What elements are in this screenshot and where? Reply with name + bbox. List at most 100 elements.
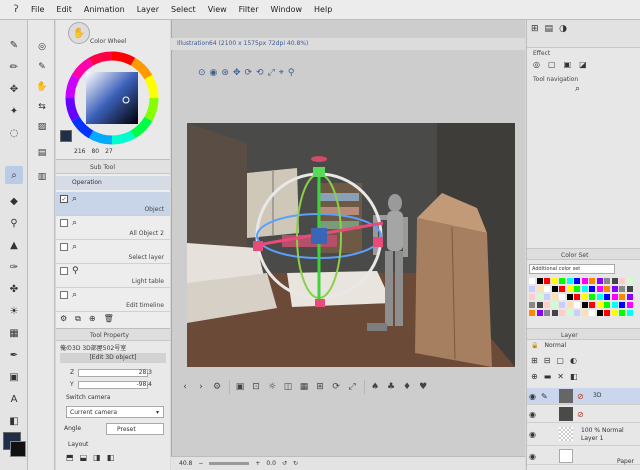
sub-tool-item-object[interactable]: ✓ ⌕ Object: [56, 192, 170, 216]
camera-icon[interactable]: ▣: [233, 380, 247, 395]
hand-icon[interactable]: ✋: [33, 78, 51, 95]
color-swatch[interactable]: [551, 286, 558, 292]
checkbox-icon[interactable]: [60, 219, 68, 227]
color-swatch[interactable]: [589, 310, 595, 316]
sub-tool-item-all-object[interactable]: ⌕ All Object 2: [56, 216, 170, 240]
zoom-out-icon[interactable]: −: [198, 460, 203, 467]
pose-icon[interactable]: ♣: [384, 380, 398, 395]
color-swatch[interactable]: [581, 302, 588, 308]
fit-icon[interactable]: ⊡: [249, 380, 263, 395]
eye-icon[interactable]: ◉: [529, 430, 536, 439]
color-swatch[interactable]: [626, 294, 633, 300]
color-swatch[interactable]: [544, 310, 550, 316]
lock-icon[interactable]: 🔒: [531, 342, 538, 352]
color-swatch[interactable]: [604, 302, 610, 308]
previous-icon[interactable]: ‹: [178, 380, 192, 395]
ground-plane-icon[interactable]: ▦: [297, 380, 311, 395]
next-icon[interactable]: ›: [194, 380, 208, 395]
color-swatch[interactable]: [596, 286, 603, 292]
color-swatch[interactable]: [604, 294, 610, 300]
decoration-icon[interactable]: ✤: [5, 280, 23, 298]
rotation-value[interactable]: 0.0: [266, 460, 276, 467]
menu-file[interactable]: File: [25, 0, 50, 20]
color-swatch[interactable]: [626, 278, 633, 284]
layout-icon[interactable]: ⬓: [80, 453, 88, 465]
color-swatch[interactable]: [559, 286, 565, 292]
pen-icon[interactable]: ✏: [5, 58, 23, 76]
lasso-icon[interactable]: ◌: [5, 124, 23, 142]
color-swatch[interactable]: [574, 286, 580, 292]
rotate-left-icon[interactable]: ↺: [282, 460, 287, 467]
checkbox-icon[interactable]: [60, 291, 68, 299]
color-swatch[interactable]: [551, 310, 558, 316]
brush-size-icon[interactable]: ✎: [33, 58, 51, 75]
color-swatch[interactable]: [619, 302, 625, 308]
color-swatch[interactable]: [566, 310, 573, 316]
color-swatch[interactable]: [566, 302, 573, 308]
eraser-icon[interactable]: ◆: [5, 192, 23, 210]
color-swatch[interactable]: [536, 302, 543, 308]
color-swatch[interactable]: [536, 310, 543, 316]
color-swatch[interactable]: [574, 294, 580, 300]
color-swatch[interactable]: [559, 310, 565, 316]
panel-icon[interactable]: ▤: [545, 24, 554, 43]
layer-row[interactable]: ◉ Paper: [527, 448, 640, 465]
color-swatch[interactable]: [566, 278, 573, 284]
current-color-chip[interactable]: [60, 130, 72, 142]
move-icon[interactable]: ✥: [5, 80, 23, 98]
blend-icon[interactable]: ☀: [5, 302, 23, 320]
operation-icon[interactable]: ⌕: [575, 84, 580, 94]
color-swatch[interactable]: [589, 302, 595, 308]
balloon-icon[interactable]: ◧: [5, 412, 23, 430]
3d-scene-viewport[interactable]: [187, 123, 515, 367]
sub-tool-group[interactable]: Operation: [56, 176, 170, 190]
operation-tool-icon[interactable]: ⌕: [5, 166, 23, 184]
color-swatch[interactable]: [626, 310, 633, 316]
zoom-value[interactable]: 40.8: [179, 460, 192, 467]
layout-icon[interactable]: ◧: [107, 453, 115, 465]
color-swatch[interactable]: [529, 310, 535, 316]
color-swatch[interactable]: [619, 310, 625, 316]
color-wheel[interactable]: [62, 48, 166, 148]
color-swatch[interactable]: [589, 294, 595, 300]
panel-icon[interactable]: ◑: [559, 24, 567, 43]
panel-tool-icon[interactable]: ✋: [68, 22, 90, 44]
object-rotate-z-icon[interactable]: ⟲: [256, 68, 264, 82]
color-swatch[interactable]: [536, 278, 543, 284]
layout-icon[interactable]: ⬒: [66, 453, 74, 465]
menu-edit[interactable]: Edit: [50, 0, 78, 20]
color-swatch[interactable]: [574, 278, 580, 284]
sub-tool-item-select-layer[interactable]: ⌕ Select layer: [56, 240, 170, 264]
effect-icon[interactable]: ▢: [548, 60, 556, 72]
eyedropper-icon[interactable]: ⚲: [5, 214, 23, 232]
eye-icon[interactable]: ◉: [529, 410, 536, 419]
object-scale-icon[interactable]: ⤢: [268, 68, 275, 82]
palette-icon[interactable]: ◎: [33, 38, 51, 55]
sub-tool-item-edit-timeline[interactable]: ⌕ Edit timeline: [56, 288, 170, 312]
preset-select[interactable]: Preset: [106, 423, 164, 435]
view-icon[interactable]: ◫: [281, 380, 295, 395]
object-move-icon[interactable]: ✥: [233, 68, 241, 82]
color-swatch[interactable]: [529, 286, 535, 292]
scale-icon[interactable]: ⤢: [345, 380, 359, 395]
color-swatch[interactable]: [589, 286, 595, 292]
sub-color-chip[interactable]: [10, 441, 26, 457]
y-value[interactable]: -98.4: [136, 381, 152, 388]
color-swatch[interactable]: [544, 286, 550, 292]
blend-mode[interactable]: Normal: [544, 342, 566, 352]
menu-animation[interactable]: Animation: [78, 0, 131, 20]
effect-icon[interactable]: ▣: [564, 60, 572, 72]
color-swatch[interactable]: [559, 302, 565, 308]
zoom-icon[interactable]: ✎: [5, 36, 23, 54]
brush-icon[interactable]: ✑: [5, 258, 23, 276]
color-swatch[interactable]: [626, 286, 633, 292]
checkbox-icon[interactable]: [60, 243, 68, 251]
color-swatch[interactable]: [604, 310, 610, 316]
color-swatch[interactable]: [566, 294, 573, 300]
color-swatch[interactable]: [566, 286, 573, 292]
color-swatch[interactable]: [581, 294, 588, 300]
camera-rotate-icon[interactable]: ⊙: [198, 68, 206, 82]
color-swatch[interactable]: [596, 278, 603, 284]
color-swatch[interactable]: [559, 278, 565, 284]
subtool-new-icon[interactable]: ⊕: [89, 314, 96, 326]
